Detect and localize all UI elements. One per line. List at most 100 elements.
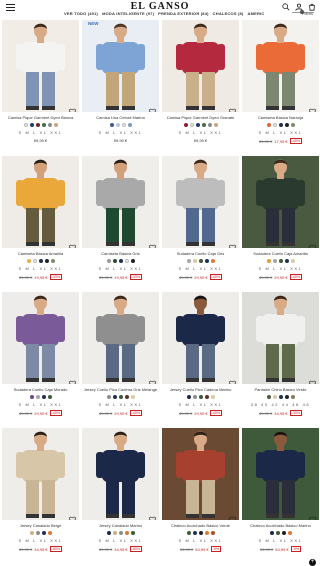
color-swatch[interactable] (53, 123, 58, 127)
size-list[interactable]: S M L XL XXL (82, 402, 159, 407)
heart-icon[interactable] (69, 374, 76, 384)
color-swatch[interactable] (192, 531, 197, 535)
color-swatch[interactable] (41, 123, 46, 127)
product-card[interactable]: Chaleco Acolchado Básico Verde S M L XL X… (162, 428, 239, 562)
heart-icon[interactable] (229, 374, 236, 384)
product-card[interactable]: Pantalón Chino Básico Verde 38 40 42 44 4… (242, 292, 319, 426)
size-list[interactable]: S M L XL XXL (82, 130, 159, 135)
size-list[interactable]: S M L XL XXL (162, 266, 239, 271)
heart-icon[interactable] (149, 374, 156, 384)
color-swatch[interactable] (106, 259, 111, 263)
color-swatch[interactable] (124, 531, 129, 535)
heart-icon[interactable] (149, 238, 156, 248)
color-swatch[interactable] (266, 395, 271, 399)
color-swatch[interactable] (26, 259, 31, 263)
product-name[interactable]: Chaleco Acolchado Básico Marino (242, 523, 319, 528)
color-swatch[interactable] (284, 123, 289, 127)
add-fab-button[interactable]: + (309, 559, 316, 566)
product-card[interactable]: Jersey Cuello Pico Cadena Marino S M L XL… (162, 292, 239, 426)
color-swatch[interactable] (192, 395, 197, 399)
color-swatch[interactable] (284, 395, 289, 399)
size-list[interactable]: S M L XL XXL (162, 130, 239, 135)
color-swatch[interactable] (204, 395, 209, 399)
color-swatch[interactable] (204, 259, 209, 263)
color-swatch[interactable] (278, 123, 283, 127)
product-card[interactable]: NEW Camisa Lisa Oxford Marina S M L XL XXL… (82, 20, 159, 154)
color-swatch[interactable] (23, 123, 28, 127)
product-name[interactable]: Sudadera Cuello Caja Amarilla (242, 251, 319, 256)
size-list[interactable]: S M L XL XXL (242, 130, 319, 135)
color-swatch[interactable] (266, 259, 271, 263)
nav-item[interactable]: AMERIC (248, 11, 265, 16)
color-swatch[interactable] (195, 123, 200, 127)
product-image[interactable] (162, 20, 239, 112)
product-name[interactable]: Pantalón Chino Básico Verde (242, 387, 319, 392)
search-icon[interactable] (281, 2, 290, 11)
color-swatch[interactable] (198, 395, 203, 399)
product-card[interactable]: Camiseta Básica Gris S M L XL XXL 29,90 €1… (82, 156, 159, 290)
product-card[interactable]: Chaleco Acolchado Básico Marino S M L XL … (242, 428, 319, 562)
filters-button[interactable]: Filtros (302, 11, 314, 17)
color-swatch[interactable] (50, 259, 55, 263)
product-image[interactable] (2, 20, 79, 112)
size-list[interactable]: S M L XL XXL (2, 402, 79, 407)
color-swatch[interactable] (118, 395, 123, 399)
product-image[interactable] (242, 156, 319, 248)
product-name[interactable]: Jersey Canalado Marino (82, 523, 159, 528)
color-swatch[interactable] (186, 259, 191, 263)
color-swatch[interactable] (213, 123, 218, 127)
product-card[interactable]: Camisa Pique Garment Dyed Blanca S M L XL… (2, 20, 79, 154)
color-swatch[interactable] (186, 531, 191, 535)
color-swatch[interactable] (127, 123, 132, 127)
color-swatch[interactable] (272, 395, 277, 399)
product-card[interactable]: Camiseta Básica Naranja S M L XL XXL 29,90… (242, 20, 319, 154)
heart-icon[interactable] (229, 238, 236, 248)
size-list[interactable]: S M L XL XXL (82, 266, 159, 271)
color-swatch[interactable] (118, 531, 123, 535)
heart-icon[interactable] (149, 102, 156, 112)
color-swatch[interactable] (118, 259, 123, 263)
size-list[interactable]: S M L XL XXL (2, 266, 79, 271)
color-swatch[interactable] (47, 395, 52, 399)
product-name[interactable]: Jersey Cuello Pico Cadena Gris Melange (82, 387, 159, 392)
heart-icon[interactable] (149, 510, 156, 520)
color-swatch[interactable] (198, 259, 203, 263)
color-swatch[interactable] (47, 531, 52, 535)
product-name[interactable]: Chaleco Acolchado Básico Verde (162, 523, 239, 528)
product-image[interactable]: NEW (82, 20, 159, 112)
color-swatch[interactable] (130, 259, 135, 263)
cart-icon[interactable] (307, 2, 316, 11)
product-card[interactable]: Sudadera Cuello Caja Morado S M L XL XXL 4… (2, 292, 79, 426)
color-swatch[interactable] (130, 395, 135, 399)
color-swatch[interactable] (269, 531, 274, 535)
product-card[interactable]: Sudadera Cuello Caja Gris S M L XL XXL 49,… (162, 156, 239, 290)
color-swatch[interactable] (124, 395, 129, 399)
product-image[interactable] (162, 156, 239, 248)
color-swatch[interactable] (35, 395, 40, 399)
color-swatch[interactable] (198, 531, 203, 535)
product-name[interactable]: Jersey Canalado Beige (2, 523, 79, 528)
color-swatch[interactable] (41, 395, 46, 399)
color-swatch[interactable] (29, 123, 34, 127)
nav-item[interactable]: VER TODO (491) (64, 11, 98, 16)
product-card[interactable]: Jersey Canalado Beige S M L XL XXL 69,90 €… (2, 428, 79, 562)
heart-icon[interactable] (309, 102, 316, 112)
color-swatch[interactable] (284, 259, 289, 263)
product-card[interactable]: Camisa Pique Garment Dyed Granate S M L X… (162, 20, 239, 154)
product-image[interactable] (2, 292, 79, 384)
color-swatch[interactable] (204, 531, 209, 535)
color-swatch[interactable] (130, 531, 135, 535)
size-list[interactable]: S M L XL XXL (162, 538, 239, 543)
color-swatch[interactable] (115, 123, 120, 127)
color-swatch[interactable] (278, 259, 283, 263)
color-swatch[interactable] (278, 395, 283, 399)
color-swatch[interactable] (109, 123, 114, 127)
color-swatch[interactable] (275, 531, 280, 535)
color-swatch[interactable] (207, 123, 212, 127)
product-card[interactable]: Jersey Canalado Marino S M L XL XXL 69,90 … (82, 428, 159, 562)
product-card[interactable]: Sudadera Cuello Caja Amarilla S M L XL XX… (242, 156, 319, 290)
heart-icon[interactable] (69, 102, 76, 112)
color-swatch[interactable] (121, 123, 126, 127)
color-swatch[interactable] (266, 123, 271, 127)
color-swatch[interactable] (35, 123, 40, 127)
